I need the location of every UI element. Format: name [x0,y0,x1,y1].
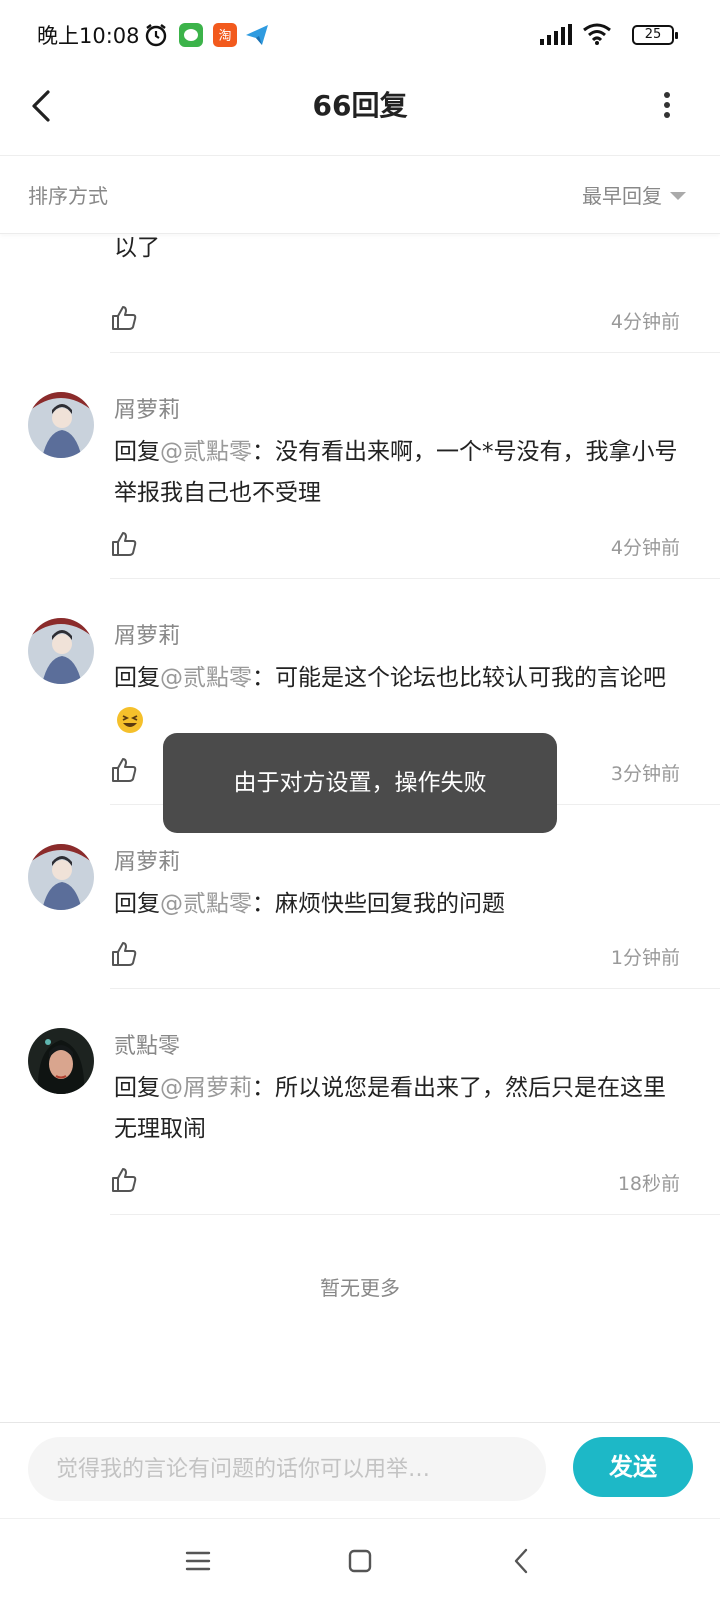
avatar[interactable] [28,1028,94,1094]
thumbs-up-icon[interactable] [110,756,138,784]
telegram-icon [246,25,268,45]
home-icon[interactable] [342,1543,378,1579]
reply-bar: 发送 [0,1422,720,1518]
thumbs-up-icon[interactable] [110,1166,138,1194]
comment-text: 回复@屑萝莉：所以说您是看出来了，然后只是在这里无理取闹 [114,1075,666,1142]
reply-input[interactable] [28,1437,546,1501]
comment-text: 回复@贰點零：麻烦快些回复我的问题 [114,891,505,917]
avatar[interactable] [28,844,94,910]
mention-link[interactable]: @贰點零 [160,665,252,691]
comment-time: 4分钟前 [610,311,680,333]
comment-time: 4分钟前 [610,537,680,559]
caret-down-icon [670,191,686,200]
taobao-icon: 淘 [213,23,237,47]
divider [110,578,720,579]
wechat-icon [179,23,203,47]
thumbs-up-icon[interactable] [110,304,138,332]
mention-link[interactable]: @贰點零 [160,439,252,465]
comment-author[interactable]: 屑萝莉 [114,844,180,876]
comment-author[interactable]: 贰點零 [114,1028,180,1060]
comment-time: 18秒前 [617,1173,680,1195]
comment-time: 1分钟前 [610,947,680,969]
sort-label: 排序方式 [28,184,108,208]
divider [110,1214,720,1215]
system-nav-bar [0,1518,720,1600]
thumbs-up-icon[interactable] [110,940,138,968]
battery-icon: 25 [632,25,678,45]
mention-link[interactable]: @屑萝莉 [160,1075,252,1101]
wifi-icon [583,23,611,45]
divider [110,352,720,353]
alarm-icon [145,24,167,47]
toast-message: 由于对方设置，操作失败 [163,733,557,833]
status-bar: 晚上10:08 淘 25 [0,0,720,70]
svg-text:淘: 淘 [218,29,231,44]
nav-back-icon[interactable] [504,1543,540,1579]
send-button[interactable]: 发送 [573,1437,693,1497]
sort-bar: 排序方式 最早回复 [0,156,720,234]
sort-value: 最早回复 [582,184,662,208]
comment-time: 3分钟前 [610,763,680,785]
more-icon[interactable] [652,86,682,126]
comment-author[interactable]: 屑萝莉 [114,618,180,650]
avatar[interactable] [28,618,94,684]
thumbs-up-icon[interactable] [110,530,138,558]
avatar[interactable] [28,392,94,458]
status-time: 晚上10:08 [37,24,140,48]
comment-text: 回复@贰點零：没有看出来啊，一个*号没有，我拿小号举报我自己也不受理 [114,439,678,506]
mention-link[interactable]: @贰點零 [160,891,252,917]
header: 66回复 [0,70,720,156]
comment-text-partial: 以了 [114,234,684,269]
menu-icon[interactable] [180,1543,216,1579]
sort-dropdown[interactable]: 最早回复 [582,180,686,209]
page-title: 66回复 [312,89,408,122]
signal-icon [540,24,572,45]
divider [110,988,720,989]
no-more-label: 暂无更多 [320,1276,400,1300]
comment-text: 回复@贰點零：可能是这个论坛也比较认可我的言论吧 [114,658,684,740]
laughing-emoji-icon [117,706,143,733]
comment-author[interactable]: 屑萝莉 [114,392,180,424]
comment-text-tail: 以了 [114,235,160,261]
